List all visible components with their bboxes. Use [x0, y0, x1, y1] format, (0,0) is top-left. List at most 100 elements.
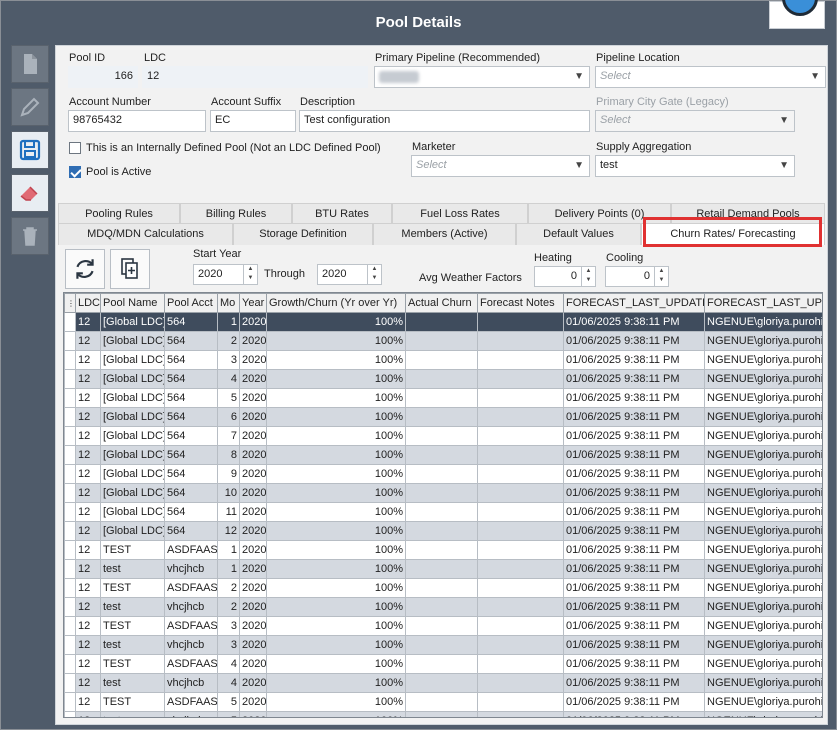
- table-cell[interactable]: NGENUE\gloriya.purohit: [704, 673, 822, 693]
- table-cell[interactable]: 01/06/2025 9:38:11 PM: [563, 312, 705, 332]
- table-cell[interactable]: 564: [164, 464, 218, 484]
- row-selector[interactable]: [64, 350, 76, 370]
- table-cell[interactable]: 12: [75, 445, 101, 465]
- table-cell[interactable]: 12: [75, 654, 101, 674]
- start-year-spinner[interactable]: 2020 ▲ ▼: [193, 264, 258, 285]
- row-selector[interactable]: [64, 578, 76, 598]
- table-row[interactable]: 12 TEST ASDFAAS 5 2020 100% 01/06/2025 9:38:11…: [64, 692, 822, 712]
- table-cell[interactable]: [Global LDC]: [100, 445, 165, 465]
- table-cell[interactable]: 2020: [239, 692, 267, 712]
- table-cell[interactable]: [477, 654, 564, 674]
- table-cell[interactable]: NGENUE\gloriya.purohit: [704, 559, 822, 579]
- column-header[interactable]: Mo: [217, 293, 240, 313]
- account-number-field[interactable]: 98765432: [68, 110, 206, 132]
- table-cell[interactable]: [477, 711, 564, 717]
- table-cell[interactable]: [477, 350, 564, 370]
- table-row[interactable]: 12 test vhcjhcb 1 2020 100% 01/06/2025 9:38:11…: [64, 559, 822, 579]
- table-cell[interactable]: 2020: [239, 521, 267, 541]
- current-row-indicator-icon[interactable]: ▶: [64, 312, 76, 332]
- table-cell[interactable]: [477, 635, 564, 655]
- table-cell[interactable]: 01/06/2025 9:38:11 PM: [563, 331, 705, 351]
- table-cell[interactable]: [477, 692, 564, 712]
- table-cell[interactable]: 100%: [266, 578, 406, 598]
- primary-pipeline-select[interactable]: ▼: [374, 66, 590, 88]
- column-header[interactable]: Pool Acct: [164, 293, 218, 313]
- table-cell[interactable]: NGENUE\gloriya.purohit: [704, 597, 822, 617]
- marketer-select[interactable]: Select ▼: [411, 155, 590, 177]
- table-cell[interactable]: NGENUE\gloriya.purohit: [704, 331, 822, 351]
- table-cell[interactable]: [477, 578, 564, 598]
- table-cell[interactable]: 100%: [266, 654, 406, 674]
- table-cell[interactable]: 2020: [239, 350, 267, 370]
- table-cell[interactable]: 01/06/2025 9:38:11 PM: [563, 464, 705, 484]
- table-cell[interactable]: [477, 521, 564, 541]
- row-selector[interactable]: [64, 692, 76, 712]
- tab-members-active[interactable]: Members (Active): [373, 223, 516, 245]
- table-row[interactable]: 12 [Global LDC] 564 3 2020 100% 01/06/2025 9:3…: [64, 350, 822, 370]
- row-selector[interactable]: [64, 635, 76, 655]
- table-cell[interactable]: 01/06/2025 9:38:11 PM: [563, 692, 705, 712]
- table-row[interactable]: 12 test vhcjhcb 2 2020 100% 01/06/2025 9:38:11…: [64, 597, 822, 617]
- table-cell[interactable]: 2020: [239, 426, 267, 446]
- table-cell[interactable]: 564: [164, 369, 218, 389]
- table-cell[interactable]: [405, 711, 478, 717]
- table-cell[interactable]: [405, 502, 478, 522]
- table-cell[interactable]: ASDFAAS: [164, 540, 218, 560]
- edit-button[interactable]: [11, 88, 49, 126]
- table-cell[interactable]: NGENUE\gloriya.purohit: [704, 635, 822, 655]
- table-cell[interactable]: [405, 635, 478, 655]
- table-cell[interactable]: 4: [217, 673, 240, 693]
- table-cell[interactable]: 12: [75, 616, 101, 636]
- table-cell[interactable]: 12: [75, 483, 101, 503]
- table-cell[interactable]: [405, 578, 478, 598]
- table-cell[interactable]: 12: [75, 540, 101, 560]
- table-cell[interactable]: [477, 426, 564, 446]
- table-cell[interactable]: TEST: [100, 692, 165, 712]
- row-selector-header-icon[interactable]: ⋮: [64, 293, 76, 313]
- table-cell[interactable]: 01/06/2025 9:38:11 PM: [563, 407, 705, 427]
- table-cell[interactable]: 12: [75, 692, 101, 712]
- table-cell[interactable]: 564: [164, 388, 218, 408]
- tab-default-values[interactable]: Default Values: [516, 223, 641, 245]
- table-cell[interactable]: [477, 464, 564, 484]
- refresh-button[interactable]: [65, 249, 105, 289]
- table-cell[interactable]: NGENUE\gloriya.purohit: [704, 464, 822, 484]
- table-cell[interactable]: vhcjhcb: [164, 711, 218, 717]
- table-cell[interactable]: ASDFAAS: [164, 654, 218, 674]
- table-cell[interactable]: NGENUE\gloriya.purohit: [704, 711, 822, 717]
- table-cell[interactable]: 100%: [266, 635, 406, 655]
- table-cell[interactable]: [Global LDC]: [100, 407, 165, 427]
- table-cell[interactable]: 2020: [239, 540, 267, 560]
- tab-storage-definition[interactable]: Storage Definition: [233, 223, 373, 245]
- table-cell[interactable]: 100%: [266, 407, 406, 427]
- table-cell[interactable]: 12: [75, 407, 101, 427]
- table-cell[interactable]: 2020: [239, 597, 267, 617]
- table-cell[interactable]: 01/06/2025 9:38:11 PM: [563, 369, 705, 389]
- table-cell[interactable]: NGENUE\gloriya.purohit: [704, 483, 822, 503]
- table-cell[interactable]: 1: [217, 540, 240, 560]
- spinner-arrows-icon[interactable]: ▲ ▼: [654, 267, 668, 286]
- tab-fuel-loss-rates[interactable]: Fuel Loss Rates: [392, 203, 528, 223]
- table-row[interactable]: 12 [Global LDC] 564 6 2020 100% 01/06/2025 9:3…: [64, 407, 822, 427]
- table-cell[interactable]: 3: [217, 616, 240, 636]
- table-cell[interactable]: 01/06/2025 9:38:11 PM: [563, 673, 705, 693]
- table-cell[interactable]: 5: [217, 388, 240, 408]
- table-cell[interactable]: 12: [75, 464, 101, 484]
- table-cell[interactable]: test: [100, 635, 165, 655]
- table-cell[interactable]: 2: [217, 578, 240, 598]
- table-cell[interactable]: NGENUE\gloriya.purohit: [704, 540, 822, 560]
- table-cell[interactable]: 9: [217, 464, 240, 484]
- table-cell[interactable]: [405, 616, 478, 636]
- table-cell[interactable]: [405, 407, 478, 427]
- table-cell[interactable]: [405, 559, 478, 579]
- table-cell[interactable]: 2020: [239, 445, 267, 465]
- table-cell[interactable]: [405, 312, 478, 332]
- table-cell[interactable]: ASDFAAS: [164, 692, 218, 712]
- column-header[interactable]: Growth/Churn (Yr over Yr): [266, 293, 406, 313]
- table-cell[interactable]: vhcjhcb: [164, 635, 218, 655]
- table-cell[interactable]: 10: [217, 483, 240, 503]
- table-cell[interactable]: NGENUE\gloriya.purohit: [704, 312, 822, 332]
- table-cell[interactable]: 100%: [266, 312, 406, 332]
- table-cell[interactable]: [477, 502, 564, 522]
- supply-aggregation-select[interactable]: test ▼: [595, 155, 795, 177]
